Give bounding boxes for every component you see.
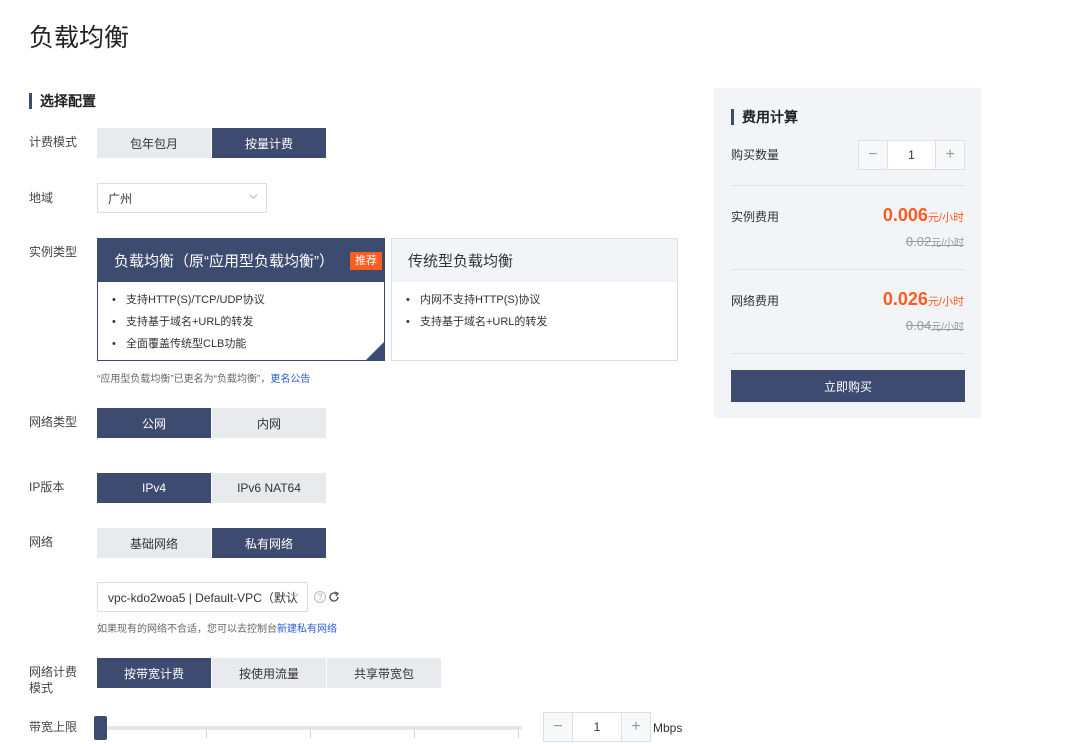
create-vpc-link[interactable]: 新建私有网络 [277, 624, 337, 635]
billing-mode-label: 计费模式 [29, 135, 78, 149]
instance-card-clb-header: 负载均衡（原“应用型负载均衡”） 推荐 [98, 239, 384, 282]
instance-card-clb-features: 支持HTTP(S)/TCP/UDP协议 支持基于域名+URL的转发 全面覆盖传统… [98, 282, 384, 355]
bandwidth-unit: Mbps [653, 721, 683, 735]
network-vpc[interactable]: 私有网络 [212, 528, 326, 558]
cost-title: 费用计算 [742, 109, 798, 125]
network-billing-traffic[interactable]: 按使用流量 [212, 658, 326, 688]
recommend-badge: 推荐 [350, 251, 382, 270]
slider-tick [518, 730, 519, 738]
plus-icon[interactable]: + [622, 713, 650, 741]
feature-item: 支持HTTP(S)/TCP/UDP协议 [112, 289, 384, 311]
vpc-hint-text: 如果现有的网络不合适，您可以去控制台 [97, 624, 277, 635]
network-label: 网络 [29, 535, 54, 549]
network-fee-label: 网络费用 [731, 294, 780, 308]
network-fee-value: 0.026 [882, 289, 928, 309]
feature-item: 内网不支持HTTP(S)协议 [406, 289, 677, 311]
chevron-down-icon [249, 194, 258, 199]
rename-note: “应用型负载均衡”已更名为“负载均衡”，更名公告 [97, 370, 310, 385]
vpc-select[interactable]: vpc-kdo2woa5 | Default-VPC（默认 [97, 582, 308, 612]
plus-icon[interactable]: + [936, 141, 964, 169]
cost-panel: 费用计算 购买数量 − 1 + 实例费用 0.006元/小时 0.02元/小时 … [714, 88, 981, 418]
bandwidth-slider-track[interactable] [96, 726, 522, 730]
bandwidth-slider-handle[interactable] [94, 716, 107, 740]
network-fee-old-unit: 元/小时 [931, 322, 964, 333]
instance-fee-old-price: 0.02元/小时 [906, 234, 964, 249]
network-billing-label: 网络计费 模式 [29, 664, 77, 696]
bandwidth-value[interactable]: 1 [572, 713, 622, 741]
ip-version-label: IP版本 [29, 480, 65, 494]
instance-card-classic-features: 内网不支持HTTP(S)协议 支持基于域名+URL的转发 [392, 282, 677, 333]
quantity-label: 购买数量 [731, 148, 780, 162]
vpc-value: vpc-kdo2woa5 | Default-VPC（默认 [108, 590, 298, 605]
instance-card-classic[interactable]: 传统型负载均衡 内网不支持HTTP(S)协议 支持基于域名+URL的转发 [391, 238, 678, 361]
network-basic[interactable]: 基础网络 [97, 528, 211, 558]
refresh-icon[interactable] [328, 591, 340, 603]
region-label: 地域 [29, 191, 54, 205]
instance-card-clb-title: 负载均衡（原“应用型负载均衡”） [114, 253, 334, 270]
quantity-stepper: − 1 + [858, 140, 965, 170]
network-type-selector: 公网 内网 [97, 408, 327, 438]
network-fee-unit: 元/小时 [927, 296, 964, 308]
ip-version-ipv4[interactable]: IPv4 [97, 473, 211, 503]
network-selector: 基础网络 私有网络 [97, 528, 327, 558]
section-header-config: 选择配置 [29, 91, 96, 111]
instance-fee-unit: 元/小时 [927, 212, 964, 224]
instance-fee-old-value: 0.02 [905, 234, 932, 249]
section-accent-bar [731, 109, 734, 125]
instance-card-classic-title: 传统型负载均衡 [408, 253, 514, 270]
feature-item: 支持基于域名+URL的转发 [112, 311, 384, 333]
question-circle-icon[interactable]: ? [314, 591, 326, 603]
instance-card-classic-header: 传统型负载均衡 [392, 239, 677, 282]
quantity-value[interactable]: 1 [886, 141, 937, 169]
instance-fee-old-unit: 元/小时 [931, 238, 964, 249]
network-type-public[interactable]: 公网 [97, 408, 211, 438]
network-fee-old-price: 0.04元/小时 [906, 318, 964, 333]
network-billing-selector: 按带宽计费 按使用流量 共享带宽包 [97, 658, 442, 688]
billing-option-payg[interactable]: 按量计费 [212, 128, 326, 158]
selected-corner [366, 342, 400, 360]
divider [731, 185, 965, 186]
section-accent-bar [29, 93, 32, 109]
vpc-hint: 如果现有的网络不合适，您可以去控制台新建私有网络 [97, 620, 337, 635]
billing-option-yearly[interactable]: 包年包月 [97, 128, 211, 158]
billing-mode-selector: 包年包月 按量计费 [97, 128, 327, 158]
slider-tick [414, 730, 415, 738]
page-title: 负载均衡 [29, 24, 130, 52]
instance-fee-value: 0.006 [882, 205, 928, 225]
slider-tick [310, 730, 311, 738]
divider [731, 269, 965, 270]
network-type-label: 网络类型 [29, 415, 78, 429]
region-select[interactable]: 广州 [97, 183, 267, 213]
bandwidth-label: 带宽上限 [29, 720, 78, 734]
region-value: 广州 [108, 191, 133, 206]
network-fee-old-value: 0.04 [905, 318, 932, 333]
chevron-down-icon [290, 593, 299, 598]
network-billing-bandwidth[interactable]: 按带宽计费 [97, 658, 211, 688]
rename-note-text: “应用型负载均衡”已更名为“负载均衡”， [97, 374, 271, 385]
ip-version-ipv6[interactable]: IPv6 NAT64 [212, 473, 326, 503]
cost-section-header: 费用计算 [731, 107, 798, 127]
section-title: 选择配置 [40, 93, 96, 109]
buy-now-button[interactable]: 立即购买 [731, 370, 965, 402]
minus-icon[interactable]: − [544, 713, 572, 741]
rename-announcement-link[interactable]: 更名公告 [270, 374, 310, 385]
network-fee-price: 0.026元/小时 [883, 289, 964, 310]
minus-icon[interactable]: − [859, 141, 887, 169]
network-billing-label-line1: 网络计费 [29, 665, 78, 679]
feature-item: 支持基于域名+URL的转发 [406, 311, 677, 333]
instance-card-clb[interactable]: 负载均衡（原“应用型负载均衡”） 推荐 支持HTTP(S)/TCP/UDP协议 … [97, 238, 400, 361]
network-billing-shared[interactable]: 共享带宽包 [327, 658, 441, 688]
slider-tick [206, 730, 207, 738]
divider [731, 353, 965, 354]
instance-fee-label: 实例费用 [731, 210, 780, 224]
network-type-private[interactable]: 内网 [212, 408, 326, 438]
instance-fee-price: 0.006元/小时 [883, 205, 964, 226]
feature-item: 全面覆盖传统型CLB功能 [112, 333, 384, 355]
network-billing-label-line2: 模式 [29, 681, 54, 695]
ip-version-selector: IPv4 IPv6 NAT64 [97, 473, 327, 503]
bandwidth-stepper: − 1 + [543, 712, 651, 742]
instance-type-label: 实例类型 [29, 245, 78, 259]
